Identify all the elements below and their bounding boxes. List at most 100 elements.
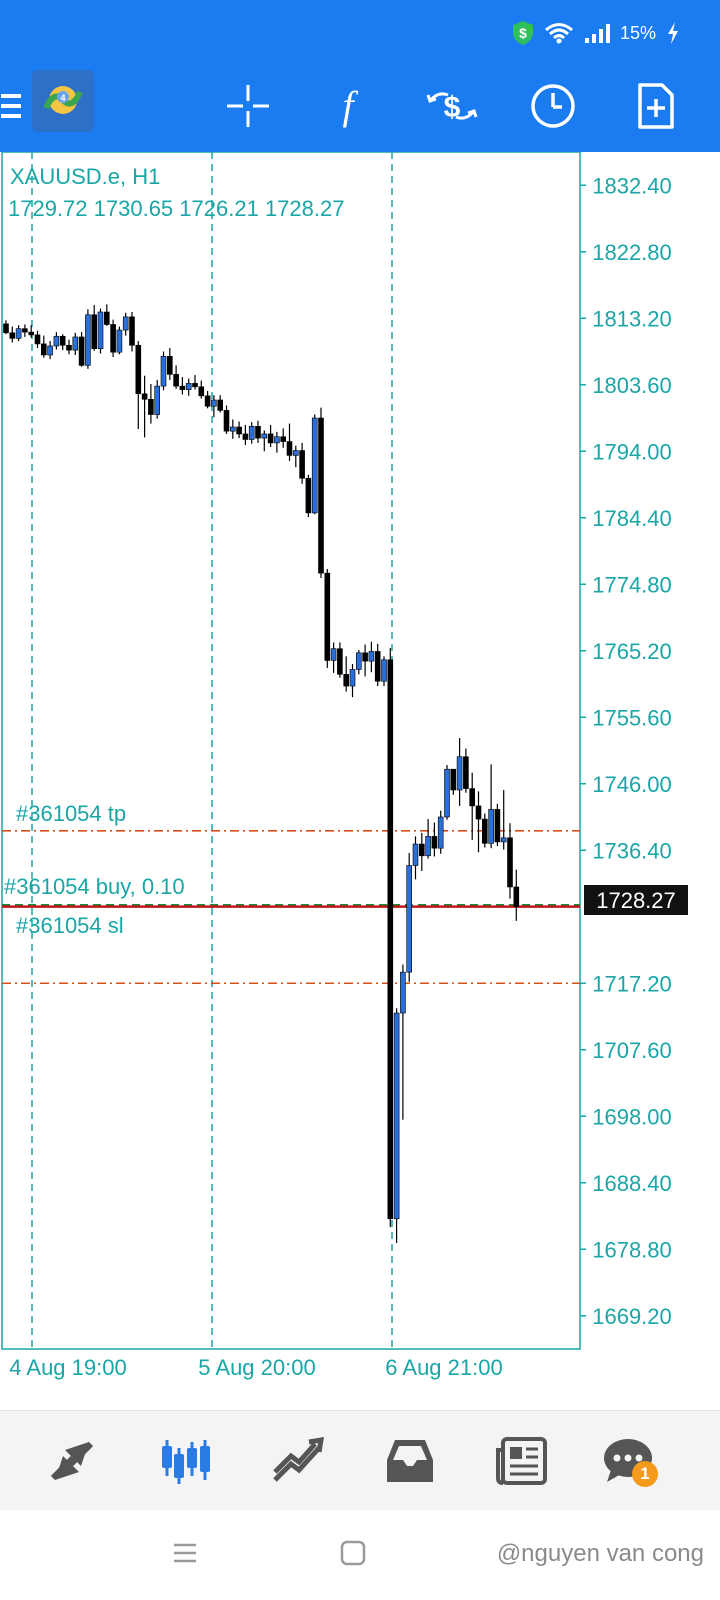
- svg-text:f: f: [342, 83, 358, 128]
- nav-messages[interactable]: 1: [596, 1431, 660, 1491]
- price-label: 1669.20: [592, 1304, 672, 1329]
- sl-label: #361054 sl: [16, 913, 124, 938]
- candle-body: [135, 344, 142, 395]
- system-navigation: @nguyen van cong: [0, 1510, 720, 1600]
- candle-body: [368, 651, 375, 662]
- candle-body: [437, 816, 444, 849]
- bottom-navigation: 1: [0, 1410, 720, 1511]
- candle-body: [40, 343, 47, 356]
- candles: [3, 304, 520, 1244]
- candle-body: [217, 399, 223, 411]
- candle-body: [9, 332, 16, 339]
- candle-body: [444, 768, 450, 818]
- candle-body: [349, 669, 356, 687]
- price-label: 1746.00: [592, 772, 672, 797]
- nav-history[interactable]: [378, 1431, 442, 1491]
- candle-body: [91, 314, 97, 350]
- price-label: 1794.00: [592, 439, 672, 464]
- candle-body: [481, 818, 488, 844]
- candle-body: [261, 433, 268, 439]
- candle-body: [494, 809, 501, 843]
- battery-charging-icon: [668, 22, 678, 44]
- price-label: 1774.80: [592, 572, 672, 597]
- menu-button[interactable]: [0, 80, 24, 132]
- candle-body: [324, 572, 331, 661]
- price-label: 1707.60: [592, 1038, 672, 1063]
- nav-chart[interactable]: [154, 1431, 218, 1491]
- candle-body: [488, 809, 494, 844]
- candle-body: [255, 426, 261, 439]
- timeframe-button[interactable]: [528, 80, 578, 132]
- candle-body: [148, 398, 154, 415]
- trade-button[interactable]: $: [424, 80, 480, 132]
- indicators-button[interactable]: f: [322, 80, 374, 132]
- candle-body: [418, 843, 425, 857]
- tp-label: #361054 tp: [16, 801, 126, 826]
- candle-body: [97, 311, 104, 350]
- candle-body: [59, 335, 66, 346]
- new-order-button[interactable]: [632, 80, 680, 132]
- candle-body: [173, 374, 179, 387]
- candle-body: [311, 417, 318, 514]
- candle-body: [305, 477, 312, 514]
- chart-area[interactable]: 1832.40 1822.80 1813.20 1803.60 1794.00 1784.…: [0, 151, 720, 1410]
- battery-percent: 15%: [619, 22, 656, 43]
- crosshair-icon: [227, 85, 269, 127]
- home-icon[interactable]: [340, 1540, 366, 1566]
- time-axis: 4 Aug 19:00 5 Aug 20:00 6 Aug 21:00: [9, 1355, 502, 1380]
- candle-body: [374, 651, 381, 682]
- ohlc-label: 1729.72 1730.65 1726.21 1728.27: [8, 196, 344, 221]
- candle-body: [280, 436, 287, 442]
- candle-body: [122, 316, 129, 331]
- metatrader-logo[interactable]: 4: [32, 70, 94, 132]
- toolbar: 4 f $: [0, 62, 720, 152]
- status-icons: $ 15%: [512, 20, 680, 46]
- chart-icon: [162, 1440, 210, 1484]
- candle-body: [274, 436, 280, 444]
- time-label: 6 Aug 21:00: [385, 1355, 502, 1380]
- price-label: 1813.20: [592, 306, 672, 331]
- candle-body: [469, 788, 476, 807]
- candle-body: [15, 328, 22, 339]
- current-price-label: 1728.27: [596, 888, 676, 913]
- candle-body: [116, 329, 123, 353]
- candle-body: [236, 426, 242, 435]
- price-label: 1784.40: [592, 506, 672, 531]
- candle-body: [129, 316, 135, 346]
- nav-news[interactable]: [490, 1431, 554, 1491]
- candle-body: [167, 356, 173, 375]
- status-bar: $ 15%: [0, 0, 720, 62]
- price-label: 1832.40: [592, 173, 672, 198]
- symbol-label: XAUUSD.e, H1: [10, 164, 160, 189]
- signal-icon: [584, 24, 610, 43]
- indicators-icon: f: [342, 83, 358, 128]
- candle-body: [412, 843, 419, 866]
- nav-quotes[interactable]: [40, 1431, 104, 1491]
- recents-icon[interactable]: [172, 1540, 198, 1566]
- candle-body: [393, 1012, 400, 1220]
- time-label: 5 Aug 20:00: [198, 1355, 315, 1380]
- candle-body: [355, 652, 362, 670]
- candle-body: [66, 344, 72, 351]
- candle-body: [34, 334, 41, 345]
- candle-body: [160, 356, 167, 387]
- candle-body: [141, 393, 148, 400]
- candle-body: [192, 383, 198, 388]
- timeframe-icon: [531, 84, 575, 128]
- candle-body: [85, 314, 91, 366]
- quotes-icon: [50, 1441, 94, 1481]
- nav-trade[interactable]: [266, 1431, 330, 1491]
- candle-body: [211, 399, 217, 407]
- price-label: 1803.60: [592, 373, 672, 398]
- candle-body: [450, 768, 457, 791]
- candle-body: [463, 756, 469, 789]
- candle-body: [154, 385, 160, 415]
- candle-body: [230, 426, 236, 432]
- candle-body: [406, 865, 413, 973]
- candle-body: [456, 756, 463, 791]
- shield-dollar-icon: $: [512, 21, 533, 45]
- candle-body: [47, 345, 53, 356]
- price-chart[interactable]: 1832.40 1822.80 1813.20 1803.60 1794.00 1784.…: [0, 151, 720, 1410]
- crosshair-button[interactable]: [222, 80, 274, 132]
- trade-icon: $: [426, 91, 478, 124]
